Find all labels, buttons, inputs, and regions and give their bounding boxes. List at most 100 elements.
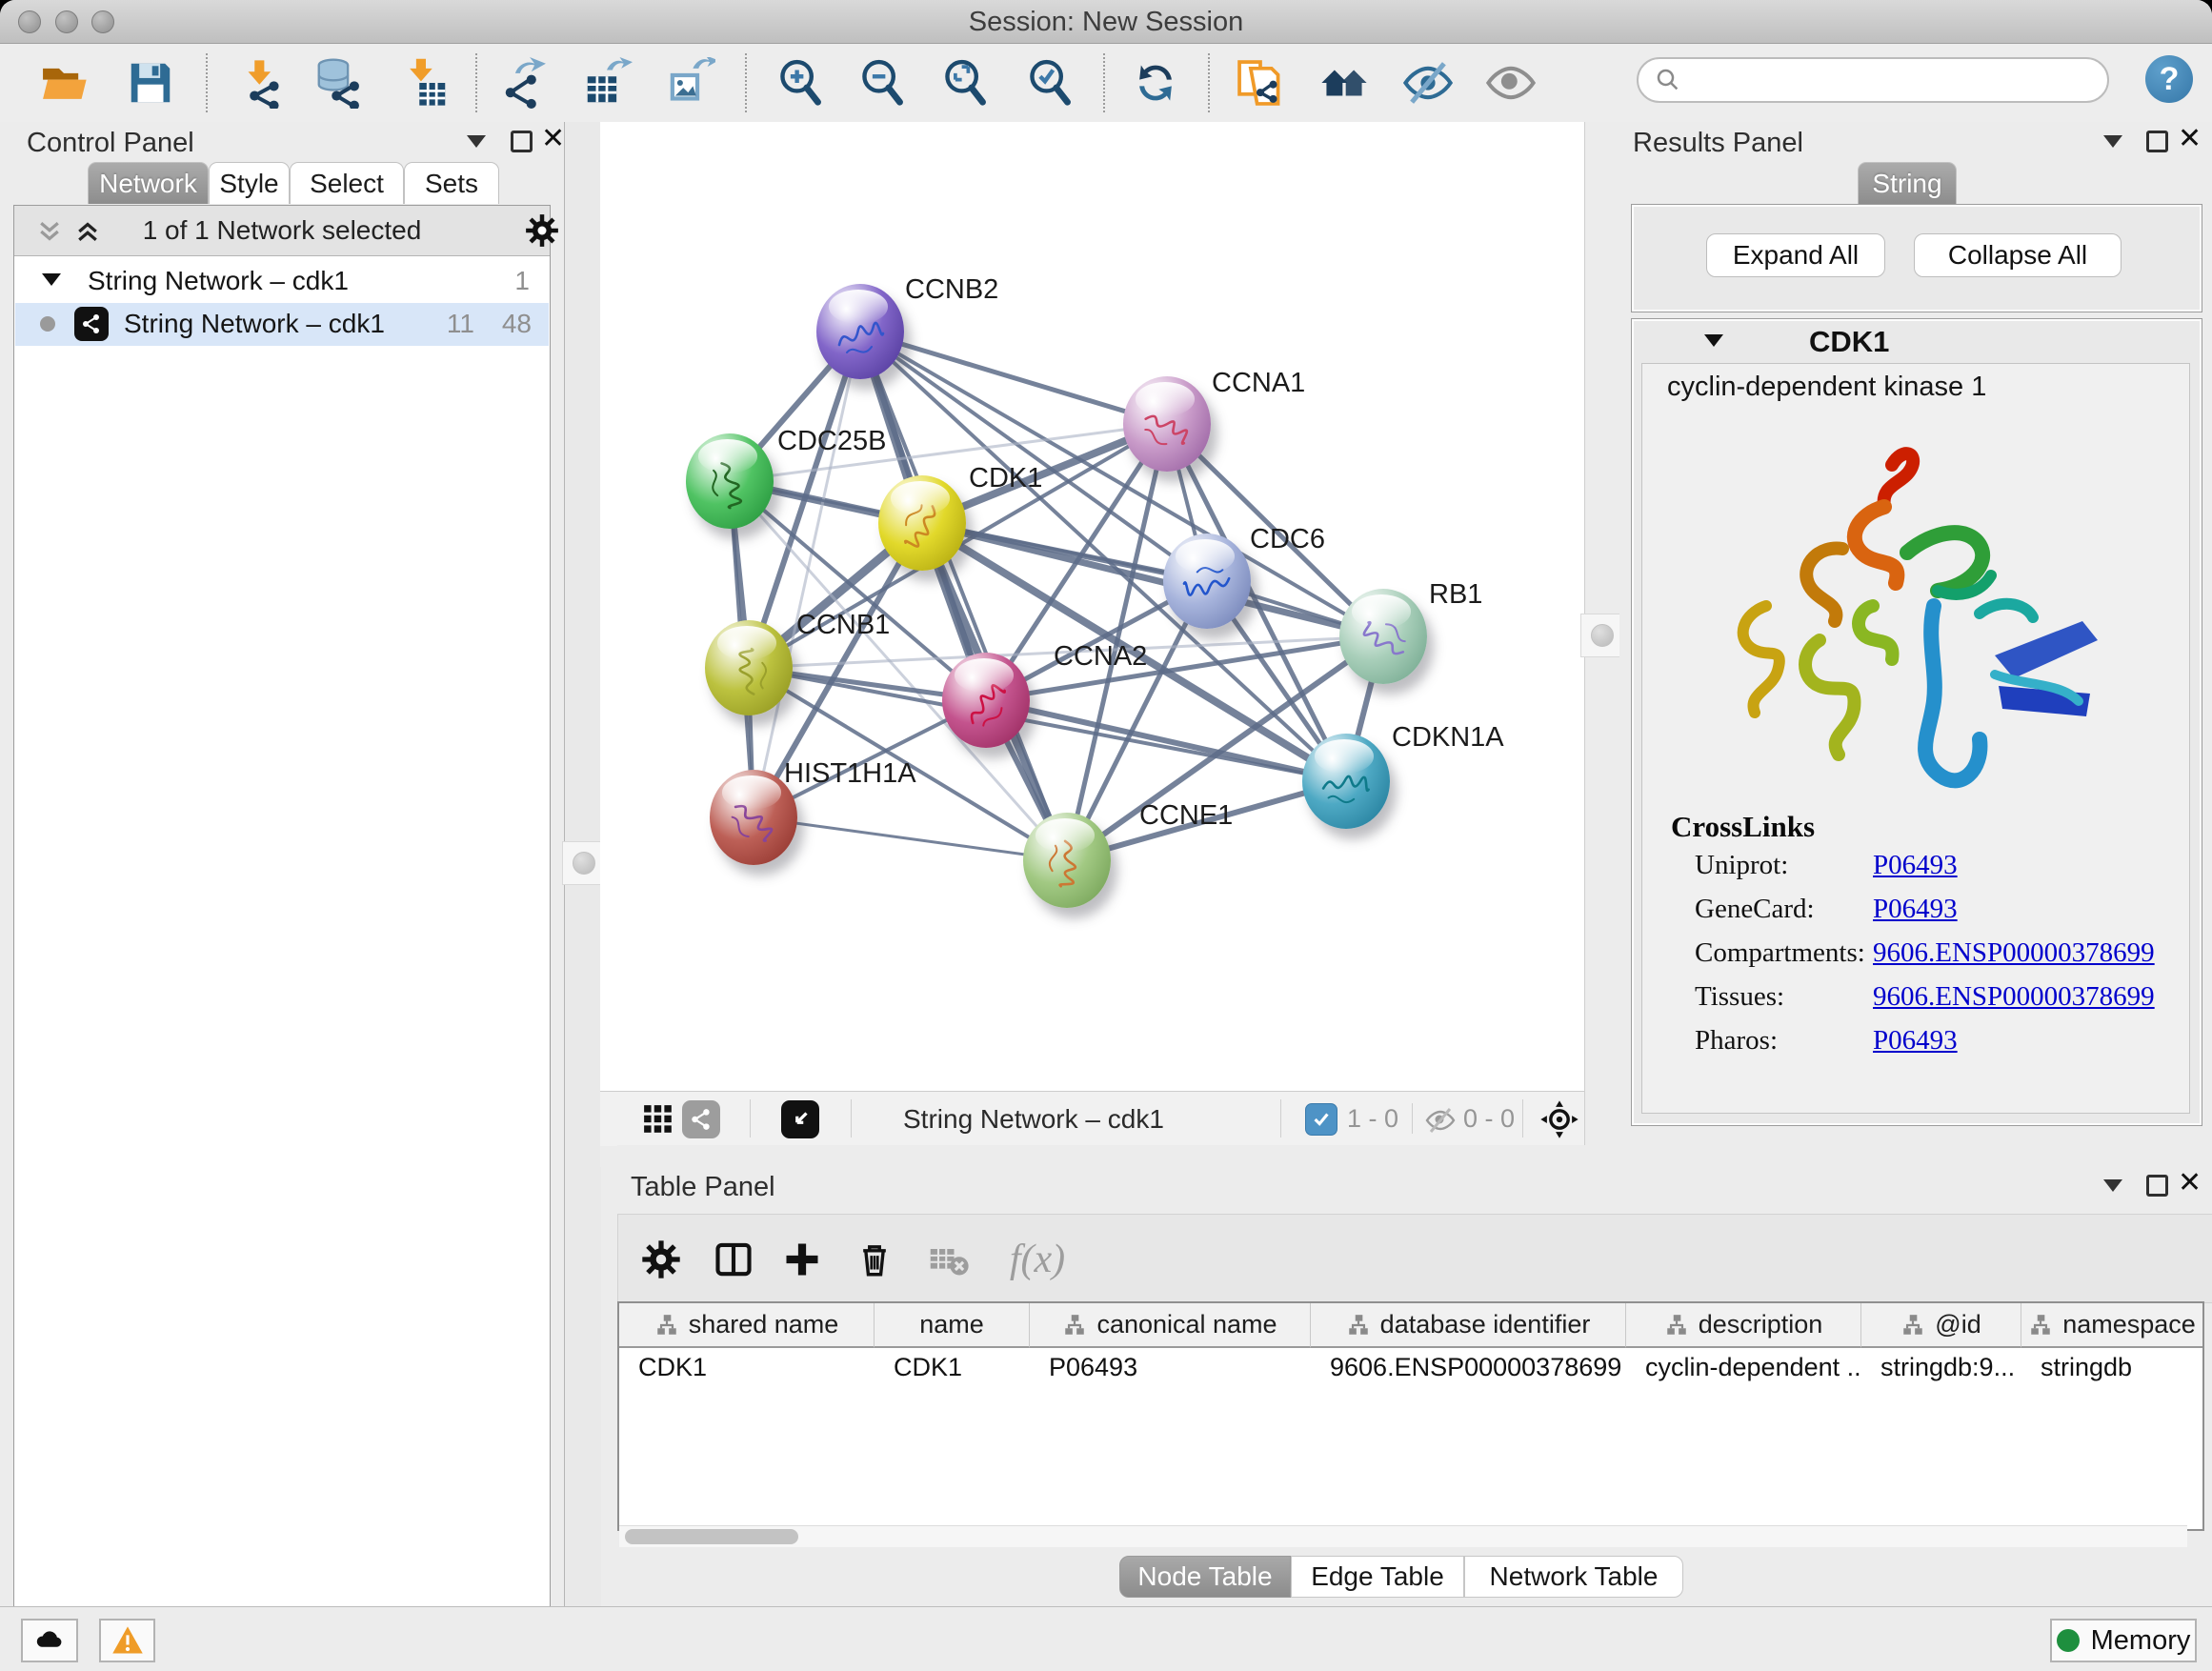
first-neighbors-icon[interactable] [1317, 56, 1371, 110]
save-session-icon[interactable] [124, 56, 177, 110]
tab-network[interactable]: Network [88, 162, 209, 204]
warnings-button[interactable] [99, 1619, 155, 1662]
tab-edge-table[interactable]: Edge Table [1291, 1556, 1464, 1598]
collapse-all-button[interactable]: Collapse All [1914, 233, 2122, 277]
open-file-icon[interactable] [37, 56, 90, 110]
table-cell[interactable]: cyclin-dependent ... [1626, 1348, 1861, 1386]
network-edge[interactable] [754, 332, 860, 817]
results-panel-maximize-icon[interactable] [2146, 131, 2168, 152]
tab-string[interactable]: String [1858, 162, 1957, 204]
panel-divider-right[interactable] [1584, 122, 1620, 1145]
column-header-description[interactable]: description [1626, 1303, 1861, 1348]
table-cell[interactable]: stringdb [2021, 1348, 2202, 1386]
network-node-rb1[interactable] [1339, 589, 1427, 684]
control-panel-float-icon[interactable] [467, 135, 486, 148]
zoom-selected-icon[interactable] [1023, 56, 1076, 110]
column-header-id[interactable]: @id [1861, 1303, 2021, 1348]
column-header-namespace[interactable]: namespace [2021, 1303, 2202, 1348]
crosslink-link[interactable]: P06493 [1873, 894, 1958, 925]
crosslink-link[interactable]: 9606.ENSP00000378699 [1873, 937, 2155, 969]
memory-button[interactable]: Memory [2050, 1619, 2197, 1662]
table-panel-float-icon[interactable] [2103, 1179, 2122, 1192]
panel-divider-left[interactable] [564, 122, 601, 1606]
search-input[interactable] [1682, 65, 2086, 96]
network-node-ccna1[interactable] [1123, 376, 1211, 472]
grid-view-icon[interactable] [642, 1103, 674, 1136]
crosslink-link[interactable]: P06493 [1873, 850, 1958, 881]
table-cell[interactable]: CDK1 [875, 1348, 1030, 1386]
results-panel-float-icon[interactable] [2103, 135, 2122, 148]
protein-collapse-icon[interactable] [1704, 334, 1723, 347]
table-panel-maximize-icon[interactable] [2146, 1175, 2168, 1197]
network-canvas[interactable]: CCNB2 CCNA1 CDC25B CDK1 CDC6 RB1 CCNB1 C… [600, 122, 1584, 1091]
help-button[interactable]: ? [2145, 55, 2193, 103]
scrollbar-thumb[interactable] [625, 1529, 798, 1544]
network-node-ccna2[interactable] [942, 653, 1030, 748]
export-table-icon[interactable] [580, 56, 633, 110]
network-node-cdc6[interactable] [1163, 534, 1251, 629]
toolbar-search-field[interactable] [1637, 57, 2109, 103]
import-table-file-icon[interactable] [399, 56, 452, 110]
fit-selected-crosshair-icon[interactable] [1539, 1099, 1579, 1139]
export-network-icon[interactable] [498, 56, 552, 110]
table-cell[interactable]: P06493 [1030, 1348, 1311, 1386]
crosslink-link[interactable]: 9606.ENSP00000378699 [1873, 981, 2155, 1013]
network-edge[interactable] [754, 817, 1067, 860]
tab-node-table[interactable]: Node Table [1119, 1556, 1291, 1598]
network-node-ccnb2[interactable] [816, 284, 904, 379]
show-columns-icon[interactable] [710, 1236, 757, 1283]
column-header-canonical-name[interactable]: canonical name [1030, 1303, 1311, 1348]
table-cell[interactable]: 9606.ENSP00000378699 [1311, 1348, 1626, 1386]
zoom-fit-icon[interactable] [938, 56, 992, 110]
tab-network-table[interactable]: Network Table [1464, 1556, 1683, 1598]
column-header-database-identifier[interactable]: database identifier [1311, 1303, 1626, 1348]
crosslink-link[interactable]: P06493 [1873, 1025, 1958, 1057]
control-panel-maximize-icon[interactable] [511, 131, 533, 152]
network-edge[interactable] [860, 332, 1167, 424]
birdseye-view-icon[interactable] [781, 1100, 819, 1138]
results-panel-close-icon[interactable]: ✕ [2178, 130, 2202, 149]
tab-style[interactable]: Style [209, 162, 290, 204]
refresh-layout-icon[interactable] [1129, 56, 1182, 110]
zoom-out-icon[interactable] [855, 56, 909, 110]
zoom-in-icon[interactable] [774, 56, 827, 110]
tree-expander-icon[interactable] [42, 273, 61, 286]
network-node-ccne1[interactable] [1023, 813, 1111, 908]
network-status-dot [40, 316, 55, 332]
network-edge[interactable] [986, 700, 1346, 781]
hide-selected-icon[interactable] [1401, 56, 1455, 110]
table-horizontal-scrollbar[interactable] [619, 1525, 2187, 1547]
column-header-name[interactable]: name [875, 1303, 1030, 1348]
network-node-cdc25b[interactable] [686, 433, 774, 529]
network-node-ccnb1[interactable] [705, 620, 793, 715]
import-network-database-icon[interactable] [312, 56, 365, 110]
network-collection-label: String Network – cdk1 [88, 266, 349, 296]
tab-select[interactable]: Select [290, 162, 404, 204]
table-cell[interactable]: stringdb:9... [1861, 1348, 2021, 1386]
table-panel-close-icon[interactable]: ✕ [2178, 1174, 2202, 1193]
column-header-shared-name[interactable]: shared name [619, 1303, 875, 1348]
attribute-type-icon [654, 1313, 679, 1338]
network-collection-row[interactable]: String Network – cdk1 1 [15, 260, 549, 303]
delete-column-icon[interactable] [851, 1236, 898, 1283]
tab-sets[interactable]: Sets [404, 162, 499, 204]
network-options-gear-icon[interactable] [525, 213, 559, 248]
network-share-icon[interactable] [682, 1100, 720, 1138]
import-network-file-icon[interactable] [234, 56, 288, 110]
network-row-selected[interactable]: String Network – cdk1 11 48 [15, 303, 549, 346]
protein-header[interactable]: CDK1 [1632, 319, 2202, 361]
control-panel-close-icon[interactable]: ✕ [541, 130, 565, 149]
expand-all-button[interactable]: Expand All [1706, 233, 1885, 277]
divider-handle[interactable] [1580, 614, 1624, 657]
table-cell[interactable]: CDK1 [619, 1348, 875, 1386]
add-column-icon[interactable] [778, 1236, 826, 1283]
selected-nodes-checkbox[interactable] [1305, 1103, 1337, 1136]
network-node-cdk1[interactable] [878, 475, 966, 571]
table-settings-gear-icon[interactable] [637, 1236, 685, 1283]
network-node-cdkn1a[interactable] [1302, 734, 1390, 829]
export-image-icon[interactable] [663, 56, 716, 110]
new-network-from-selection-icon[interactable] [1234, 56, 1287, 110]
node-label-hist1h1a: HIST1H1A [784, 758, 916, 790]
cloud-status-button[interactable] [21, 1619, 78, 1662]
show-all-icon[interactable] [1484, 56, 1538, 110]
